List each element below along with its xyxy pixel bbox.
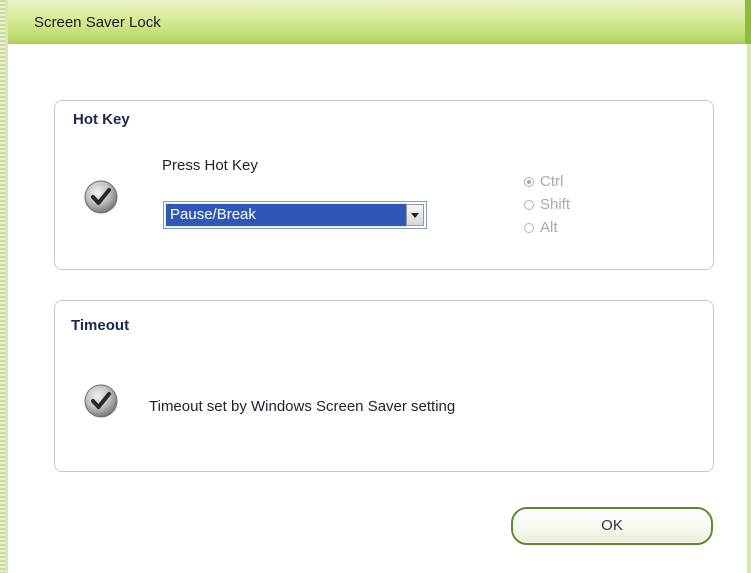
radio-button[interactable] bbox=[524, 200, 534, 210]
radio-button[interactable] bbox=[524, 223, 534, 233]
modifier-label: Alt bbox=[540, 219, 558, 236]
window-title: Screen Saver Lock bbox=[34, 14, 161, 31]
modifier-label: Ctrl bbox=[540, 173, 564, 190]
window-left-border bbox=[0, 0, 8, 573]
modifier-label: Shift bbox=[540, 196, 571, 213]
timeout-group: Timeout Timeout set by Windows Screen Sa… bbox=[54, 300, 714, 472]
hot-key-select[interactable]: Pause/Break bbox=[163, 201, 427, 229]
hotkey-group: Hot Key Press Hot Key Pause/Break Ctrl S… bbox=[54, 100, 714, 270]
check-circle-icon bbox=[84, 180, 118, 214]
radio-button[interactable] bbox=[524, 177, 534, 187]
screen-saver-lock-window: Screen Saver Lock Hot Key Press Hot Key … bbox=[0, 0, 751, 573]
timeout-description: Timeout set by Windows Screen Saver sett… bbox=[149, 398, 456, 415]
ok-button-label: OK bbox=[601, 517, 623, 534]
timeout-group-title: Timeout bbox=[71, 317, 130, 334]
ok-button[interactable]: OK bbox=[511, 507, 713, 545]
chevron-down-icon[interactable] bbox=[406, 204, 424, 226]
press-hot-key-label: Press Hot Key bbox=[162, 157, 258, 174]
hotkey-group-title: Hot Key bbox=[73, 111, 130, 128]
check-circle-icon bbox=[84, 384, 118, 418]
hot-key-selected-value: Pause/Break bbox=[165, 203, 407, 227]
window-right-border bbox=[747, 44, 751, 573]
title-bar[interactable]: Screen Saver Lock bbox=[8, 0, 751, 44]
title-bar-edge bbox=[745, 0, 751, 44]
